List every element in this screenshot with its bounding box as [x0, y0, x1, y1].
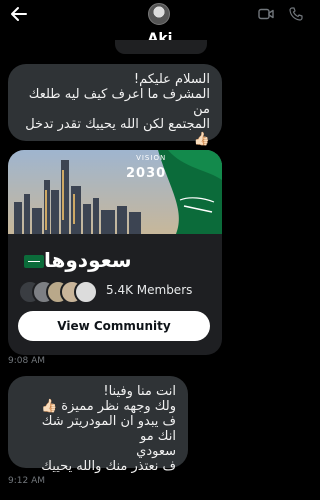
message-line: المشرف ما اعرف كيف ليه طلعك من — [28, 87, 210, 117]
thumbs-up-emoji: 👍🏻 — [193, 132, 210, 147]
message-timestamp: 9:12 AM — [8, 476, 45, 486]
community-card[interactable]: VISION 2030 سعودوها 5.4K Members View Co… — [8, 150, 222, 355]
message-line: ف يبدو ان المودريتر شك انك مو — [41, 414, 176, 444]
community-name-text: سعودوها — [44, 248, 132, 272]
vision-logo: VISION 2030 — [126, 154, 166, 181]
community-name: سعودوها — [18, 248, 198, 272]
arrow-left-icon[interactable] — [10, 5, 28, 23]
message-line: المجتمع لكن الله يحييك تقدر تدخل — [25, 117, 210, 132]
message-bubble[interactable]: انت منا وفينا! ولك وجهه نظر مميزة 👍🏻 ف ي… — [8, 376, 188, 474]
phone-icon[interactable] — [289, 7, 303, 21]
video-camera-icon[interactable] — [258, 8, 274, 20]
message-line: ف نعتذر منك والله يحييك — [41, 459, 176, 474]
member-count: 5.4K Members — [106, 283, 193, 297]
message-timestamp: 9:08 AM — [8, 356, 45, 366]
member-avatar — [74, 280, 98, 304]
message-bubble[interactable]: السلام عليكم! المشرف ما اعرف كيف ليه طلع… — [8, 64, 222, 147]
message-line: انت منا وفينا! — [103, 384, 176, 399]
vision-label: VISION — [136, 154, 167, 162]
avatar[interactable] — [148, 3, 170, 25]
community-banner: VISION 2030 — [8, 150, 222, 234]
message-line: السلام عليكم! — [133, 72, 210, 87]
previous-message-edge — [115, 40, 207, 54]
view-community-button[interactable]: View Community — [18, 311, 210, 341]
member-avatars — [18, 280, 108, 304]
message-line: سعودي — [136, 444, 176, 459]
message-line: ولك وجهه نظر مميزة 👍🏻 — [40, 399, 176, 414]
vision-year: 2030 — [126, 166, 167, 181]
chat-header: Aki — [0, 0, 320, 54]
saudi-flag-icon — [24, 255, 44, 268]
